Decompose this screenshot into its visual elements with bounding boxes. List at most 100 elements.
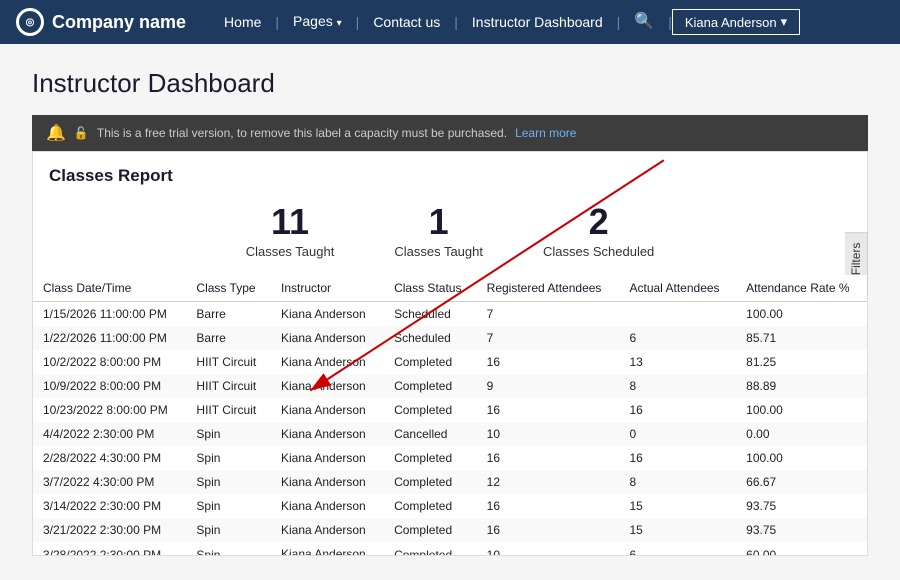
table-row: 3/14/2022 2:30:00 PMSpinKiana AndersonCo… xyxy=(33,494,867,518)
table-cell: 0 xyxy=(619,422,736,446)
stat-classes-taught-1: 1 Classes Taught xyxy=(394,204,483,259)
table-cell: Spin xyxy=(186,542,271,555)
table-cell: 16 xyxy=(619,398,736,422)
stat-number-11: 11 xyxy=(246,204,335,240)
nav-pages[interactable]: Pages ▾ xyxy=(279,0,356,46)
table-cell: Completed xyxy=(384,374,477,398)
table-cell: Scheduled xyxy=(384,326,477,350)
col-registered: Registered Attendees xyxy=(477,275,620,302)
table-cell: HIIT Circuit xyxy=(186,398,271,422)
nav-contact[interactable]: Contact us xyxy=(359,0,454,44)
table-cell: 100.00 xyxy=(736,398,867,422)
stat-label-scheduled: Classes Scheduled xyxy=(543,244,654,259)
user-menu-button[interactable]: Kiana Anderson ▾ xyxy=(672,9,800,35)
stat-number-2: 2 xyxy=(543,204,654,240)
table-cell: 16 xyxy=(619,446,736,470)
table-cell: Spin xyxy=(186,446,271,470)
stat-label-taught-11: Classes Taught xyxy=(246,244,335,259)
table-cell: Cancelled xyxy=(384,422,477,446)
table-cell: 6 xyxy=(619,542,736,555)
table-cell: 7 xyxy=(477,302,620,327)
table-cell: 60.00 xyxy=(736,542,867,555)
table-cell: 93.75 xyxy=(736,518,867,542)
table-cell: 85.71 xyxy=(736,326,867,350)
table-cell: Spin xyxy=(186,422,271,446)
table-cell: Completed xyxy=(384,350,477,374)
table-cell: Completed xyxy=(384,542,477,555)
table-row: 3/28/2022 2:30:00 PMSpinKiana AndersonCo… xyxy=(33,542,867,555)
table-cell: 16 xyxy=(477,398,620,422)
stat-label-taught-1: Classes Taught xyxy=(394,244,483,259)
table-cell: Completed xyxy=(384,470,477,494)
stats-row: 11 Classes Taught 1 Classes Taught 2 Cla… xyxy=(33,194,867,275)
table-cell: 88.89 xyxy=(736,374,867,398)
col-attendance-rate: Attendance Rate % xyxy=(736,275,867,302)
table-cell: Kiana Anderson xyxy=(271,518,384,542)
stat-classes-scheduled: 2 Classes Scheduled xyxy=(543,204,654,259)
table-row: 1/22/2026 11:00:00 PMBarreKiana Anderson… xyxy=(33,326,867,350)
filters-label: Filters xyxy=(849,243,863,276)
col-class-type: Class Type xyxy=(186,275,271,302)
table-cell: Kiana Anderson xyxy=(271,470,384,494)
trial-banner: 🔔 🔓 This is a free trial version, to rem… xyxy=(32,115,868,151)
nav-instructor-dashboard[interactable]: Instructor Dashboard xyxy=(458,0,617,44)
table-cell: Kiana Anderson xyxy=(271,374,384,398)
table-cell: 9 xyxy=(477,374,620,398)
nav-home[interactable]: Home xyxy=(210,0,275,44)
table-cell: 15 xyxy=(619,518,736,542)
table-cell: 16 xyxy=(477,518,620,542)
table-cell: 12 xyxy=(477,470,620,494)
table-cell: Kiana Anderson xyxy=(271,422,384,446)
table-cell: 3/28/2022 2:30:00 PM xyxy=(33,542,186,555)
table-cell: HIIT Circuit xyxy=(186,350,271,374)
trial-lock-icon: 🔓 xyxy=(74,126,89,140)
user-dropdown-icon: ▾ xyxy=(781,14,788,30)
table-wrapper: Class Date/Time Class Type Instructor Cl… xyxy=(33,275,867,555)
table-cell: 13 xyxy=(619,350,736,374)
report-container: » Filters Classes Report 11 Classes Taug… xyxy=(32,151,868,556)
table-cell: 10/2/2022 8:00:00 PM xyxy=(33,350,186,374)
trial-learn-more-link[interactable]: Learn more xyxy=(515,126,576,140)
table-cell: 16 xyxy=(477,350,620,374)
table-cell: 3/7/2022 4:30:00 PM xyxy=(33,470,186,494)
page-title: Instructor Dashboard xyxy=(32,68,868,99)
table-row: 2/28/2022 4:30:00 PMSpinKiana AndersonCo… xyxy=(33,446,867,470)
table-cell: 10/23/2022 8:00:00 PM xyxy=(33,398,186,422)
table-cell: 66.67 xyxy=(736,470,867,494)
company-name: Company name xyxy=(52,12,186,33)
table-cell: Kiana Anderson xyxy=(271,494,384,518)
col-instructor: Instructor xyxy=(271,275,384,302)
page-content: Instructor Dashboard 🔔 🔓 This is a free … xyxy=(0,44,900,580)
table-cell: 0.00 xyxy=(736,422,867,446)
table-body: 1/15/2026 11:00:00 PMBarreKiana Anderson… xyxy=(33,302,867,556)
table-cell: 93.75 xyxy=(736,494,867,518)
table-cell: 81.25 xyxy=(736,350,867,374)
company-logo[interactable]: ◎ Company name xyxy=(16,8,186,36)
nav-links: Home | Pages ▾ | Contact us | Instructor… xyxy=(210,0,884,46)
table-cell: 1/15/2026 11:00:00 PM xyxy=(33,302,186,327)
search-icon[interactable]: 🔍 xyxy=(620,0,668,44)
table-cell: Kiana Anderson xyxy=(271,542,384,555)
table-cell: 3/21/2022 2:30:00 PM xyxy=(33,518,186,542)
report-header: Classes Report xyxy=(33,152,867,194)
table-row: 10/2/2022 8:00:00 PMHIIT CircuitKiana An… xyxy=(33,350,867,374)
classes-table: Class Date/Time Class Type Instructor Cl… xyxy=(33,275,867,555)
table-cell: Completed xyxy=(384,398,477,422)
table-row: 1/15/2026 11:00:00 PMBarreKiana Anderson… xyxy=(33,302,867,327)
table-cell: 1/22/2026 11:00:00 PM xyxy=(33,326,186,350)
table-cell: Kiana Anderson xyxy=(271,302,384,327)
table-cell: 100.00 xyxy=(736,446,867,470)
table-cell: 6 xyxy=(619,326,736,350)
table-row: 4/4/2022 2:30:00 PMSpinKiana AndersonCan… xyxy=(33,422,867,446)
col-class-status: Class Status xyxy=(384,275,477,302)
table-cell: 100.00 xyxy=(736,302,867,327)
table-row: 10/23/2022 8:00:00 PMHIIT CircuitKiana A… xyxy=(33,398,867,422)
table-row: 3/7/2022 4:30:00 PMSpinKiana AndersonCom… xyxy=(33,470,867,494)
table-row: 10/9/2022 8:00:00 PMHIIT CircuitKiana An… xyxy=(33,374,867,398)
table-cell: Barre xyxy=(186,302,271,327)
table-cell: 8 xyxy=(619,470,736,494)
table-cell: 16 xyxy=(477,494,620,518)
navbar: ◎ Company name Home | Pages ▾ | Contact … xyxy=(0,0,900,44)
table-cell: Completed xyxy=(384,494,477,518)
table-cell: Barre xyxy=(186,326,271,350)
